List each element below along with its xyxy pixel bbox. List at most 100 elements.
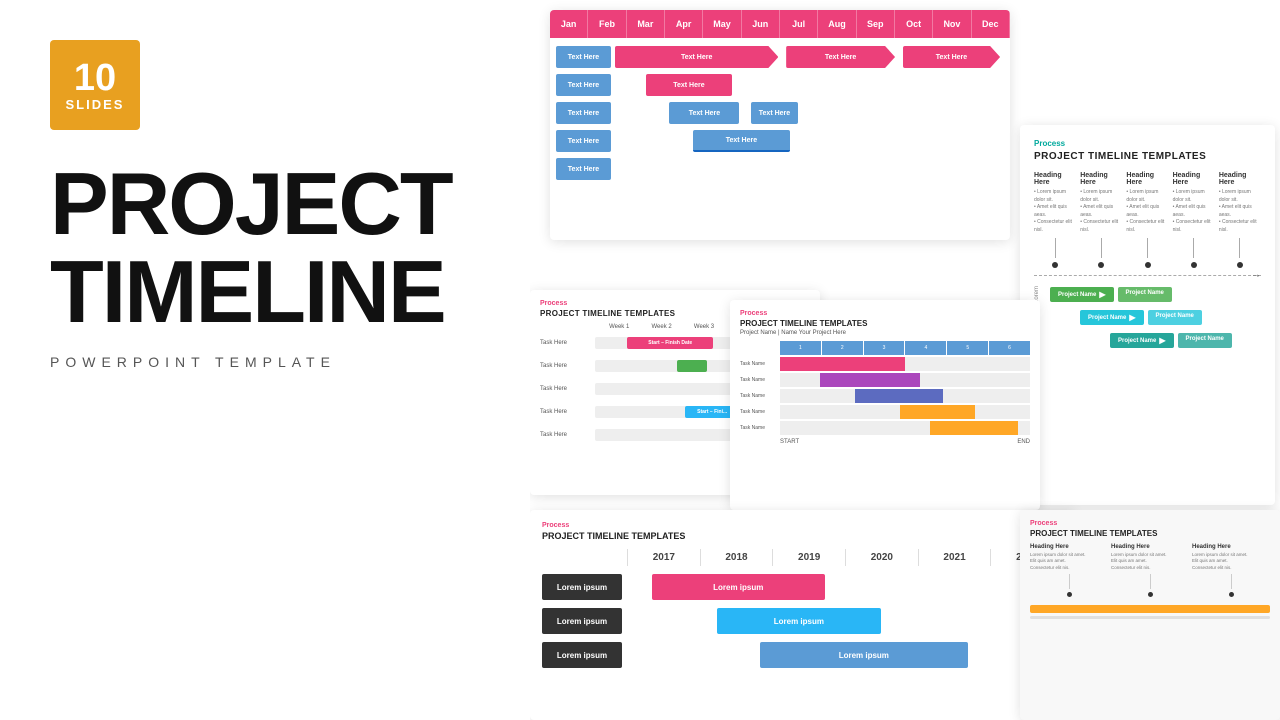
arrow-right: →	[1251, 270, 1261, 281]
month-nov: Nov	[933, 10, 971, 38]
proj-bar-3a: Project Name ▶	[1110, 333, 1174, 348]
slide-preview-5[interactable]: Process PROJECT TIMELINE TEMPLATES 2017 …	[530, 510, 1075, 720]
proj-row-1: Lorem Project Name ▶ Project Name	[1034, 286, 1261, 303]
col-text-5: • Lorem ipsum dolor sit.• Amet elit quis…	[1219, 189, 1261, 234]
process-label-2: Process	[1034, 139, 1261, 148]
start-end-labels: START END	[780, 439, 1030, 445]
hcol-6-1: Heading Here Lorem ipsum dolor sit amet.…	[1030, 544, 1108, 597]
hcol-title-6-2: Heading Here	[1111, 544, 1189, 550]
lorem-row-3: Lorem ipsum Lorem ipsum	[542, 642, 1063, 668]
col-title-1: Heading Here	[1034, 172, 1076, 186]
month-dec: Dec	[972, 10, 1010, 38]
proj-row-3: Lorem Project Name ▶ Project Name	[1034, 332, 1261, 349]
hcol-6-2: Heading Here Lorem ipsum dolor sit amet.…	[1111, 544, 1189, 597]
num-col-1: 1	[780, 341, 821, 355]
col-text-2: • Lorem ipsum dolor sit.• Amet elit quis…	[1080, 189, 1122, 234]
timeline-line: →	[1034, 270, 1261, 280]
colored-row-2: Task Name	[740, 373, 1030, 387]
left-panel: 10 SLIDES PROJECT TIMELINE POWERPOINT TE…	[0, 0, 530, 720]
gantt-row-2: Text Here Text Here	[556, 74, 1004, 96]
slides-preview-area: JanFebMarAprMayJunJulAugSepOctNovDec Tex…	[530, 0, 1280, 720]
lorem-track-2: Lorem ipsum	[630, 608, 1063, 634]
hcol-dot-6-3	[1229, 592, 1234, 597]
colored-row-1: Task Name	[740, 357, 1030, 371]
week-3: Week 3	[683, 324, 725, 330]
row-label-4: Text Here	[556, 130, 611, 152]
lorem-track-1: Lorem ipsum	[630, 574, 1063, 600]
task-label-2: Task Here	[540, 363, 595, 369]
num-col-4: 4	[905, 341, 946, 355]
num-col-5: 5	[947, 341, 988, 355]
bar-1c: Text Here	[903, 46, 1000, 68]
lorem-bar-2: Lorem ipsum	[717, 608, 882, 634]
year-2020: 2020	[845, 549, 918, 566]
bottom-bar-6	[1030, 605, 1270, 613]
heading-col-1: Heading Here • Lorem ipsum dolor sit.• A…	[1034, 172, 1076, 268]
hcol-title-6-1: Heading Here	[1030, 544, 1108, 550]
proj-bar-1a: Project Name ▶	[1050, 287, 1114, 302]
proj-bar-group-3: Project Name ▶ Project Name	[1110, 333, 1261, 348]
lorem-bar-3: Lorem ipsum	[760, 642, 968, 668]
title-line2: TIMELINE	[50, 248, 445, 336]
colored-gantt: 1 2 3 4 5 6 Task Name Task Name	[740, 341, 1030, 445]
hcol-title-6-3: Heading Here	[1192, 544, 1270, 550]
year-header: 2017 2018 2019 2020 2021 2022	[542, 549, 1063, 566]
slide-title-4: PROJECT TIMELINE TEMPLATES	[740, 319, 1030, 328]
lorem-bar-1: Lorem ipsum	[652, 574, 825, 600]
task-name-c2: Task Name	[740, 373, 780, 387]
slide-preview-2[interactable]: Process PROJECT TIMELINE TEMPLATES Headi…	[1020, 125, 1275, 505]
project-name-label: Project Name | Name Your Project Here	[740, 330, 1030, 336]
heading-col-4: Heading Here • Lorem ipsum dolor sit.• A…	[1173, 172, 1215, 268]
slide-title-5: PROJECT TIMELINE TEMPLATES	[542, 531, 1063, 541]
week-1: Week 1	[598, 324, 640, 330]
hcol-6-3: Heading Here Lorem ipsum dolor sit amet.…	[1192, 544, 1270, 597]
col-dot-2	[1098, 262, 1104, 268]
slide-title-6: PROJECT TIMELINE TEMPLATES	[1030, 529, 1270, 538]
col-line-5	[1239, 238, 1240, 258]
num-col-2: 2	[822, 341, 863, 355]
proj-bar-2b: Project Name	[1148, 310, 1202, 325]
proj-bar-2a: Project Name ▶	[1080, 310, 1144, 325]
task-label-4: Task Here	[540, 409, 595, 415]
col-title-3: Heading Here	[1126, 172, 1168, 186]
heading-col-3: Heading Here • Lorem ipsum dolor sit.• A…	[1126, 172, 1168, 268]
lorem-label-2: Lorem ipsum	[542, 608, 622, 634]
task-label-5: Task Here	[540, 432, 595, 438]
hcol-line-6-3	[1231, 574, 1232, 589]
proj-bar-group-1: Project Name ▶ Project Name	[1050, 287, 1261, 302]
row-label-1: Text Here	[556, 46, 611, 68]
row-bar-area-3: Text Here Text Here	[615, 102, 1004, 124]
month-may: May	[703, 10, 741, 38]
col-title-5: Heading Here	[1219, 172, 1261, 186]
hcol-text-6-2: Lorem ipsum dolor sit amet.Elit quis am …	[1111, 552, 1189, 571]
badge-number: 10	[74, 59, 116, 97]
task-name-c4: Task Name	[740, 405, 780, 419]
task-track-c4	[780, 405, 1030, 419]
row-bar-area-4: Text Here	[615, 130, 1004, 152]
slide-preview-6[interactable]: Process PROJECT TIMELINE TEMPLATES Headi…	[1020, 510, 1280, 720]
proj-row-2: Lorem Project Name ▶ Project Name	[1034, 309, 1261, 326]
hcol-line-6-2	[1150, 574, 1151, 589]
colored-bar-c4	[900, 405, 975, 419]
proj-bar-1b: Project Name	[1118, 287, 1172, 302]
task-label-1: Task Here	[540, 340, 595, 346]
year-2019: 2019	[772, 549, 845, 566]
col-dot-3	[1145, 262, 1151, 268]
project-bars: Lorem Project Name ▶ Project Name Lorem …	[1034, 286, 1261, 349]
col-title-4: Heading Here	[1173, 172, 1215, 186]
year-2021: 2021	[918, 549, 991, 566]
month-sep: Sep	[857, 10, 895, 38]
task-track-c5	[780, 421, 1030, 435]
month-feb: Feb	[588, 10, 626, 38]
slide-preview-4[interactable]: Process PROJECT TIMELINE TEMPLATES Proje…	[730, 300, 1040, 510]
gantt-row-4: Text Here Text Here	[556, 130, 1004, 152]
title-line1: PROJECT	[50, 160, 452, 248]
slide-preview-1[interactable]: JanFebMarAprMayJunJulAugSepOctNovDec Tex…	[550, 10, 1010, 240]
hcol-text-6-3: Lorem ipsum dolor sit amet.Elit quis am …	[1192, 552, 1270, 571]
colored-row-4: Task Name	[740, 405, 1030, 419]
badge-label: SLIDES	[66, 97, 125, 112]
col-dot-1	[1052, 262, 1058, 268]
month-jul: Jul	[780, 10, 818, 38]
col-line-2	[1101, 238, 1102, 258]
heading-cols-6: Heading Here Lorem ipsum dolor sit amet.…	[1030, 544, 1270, 597]
